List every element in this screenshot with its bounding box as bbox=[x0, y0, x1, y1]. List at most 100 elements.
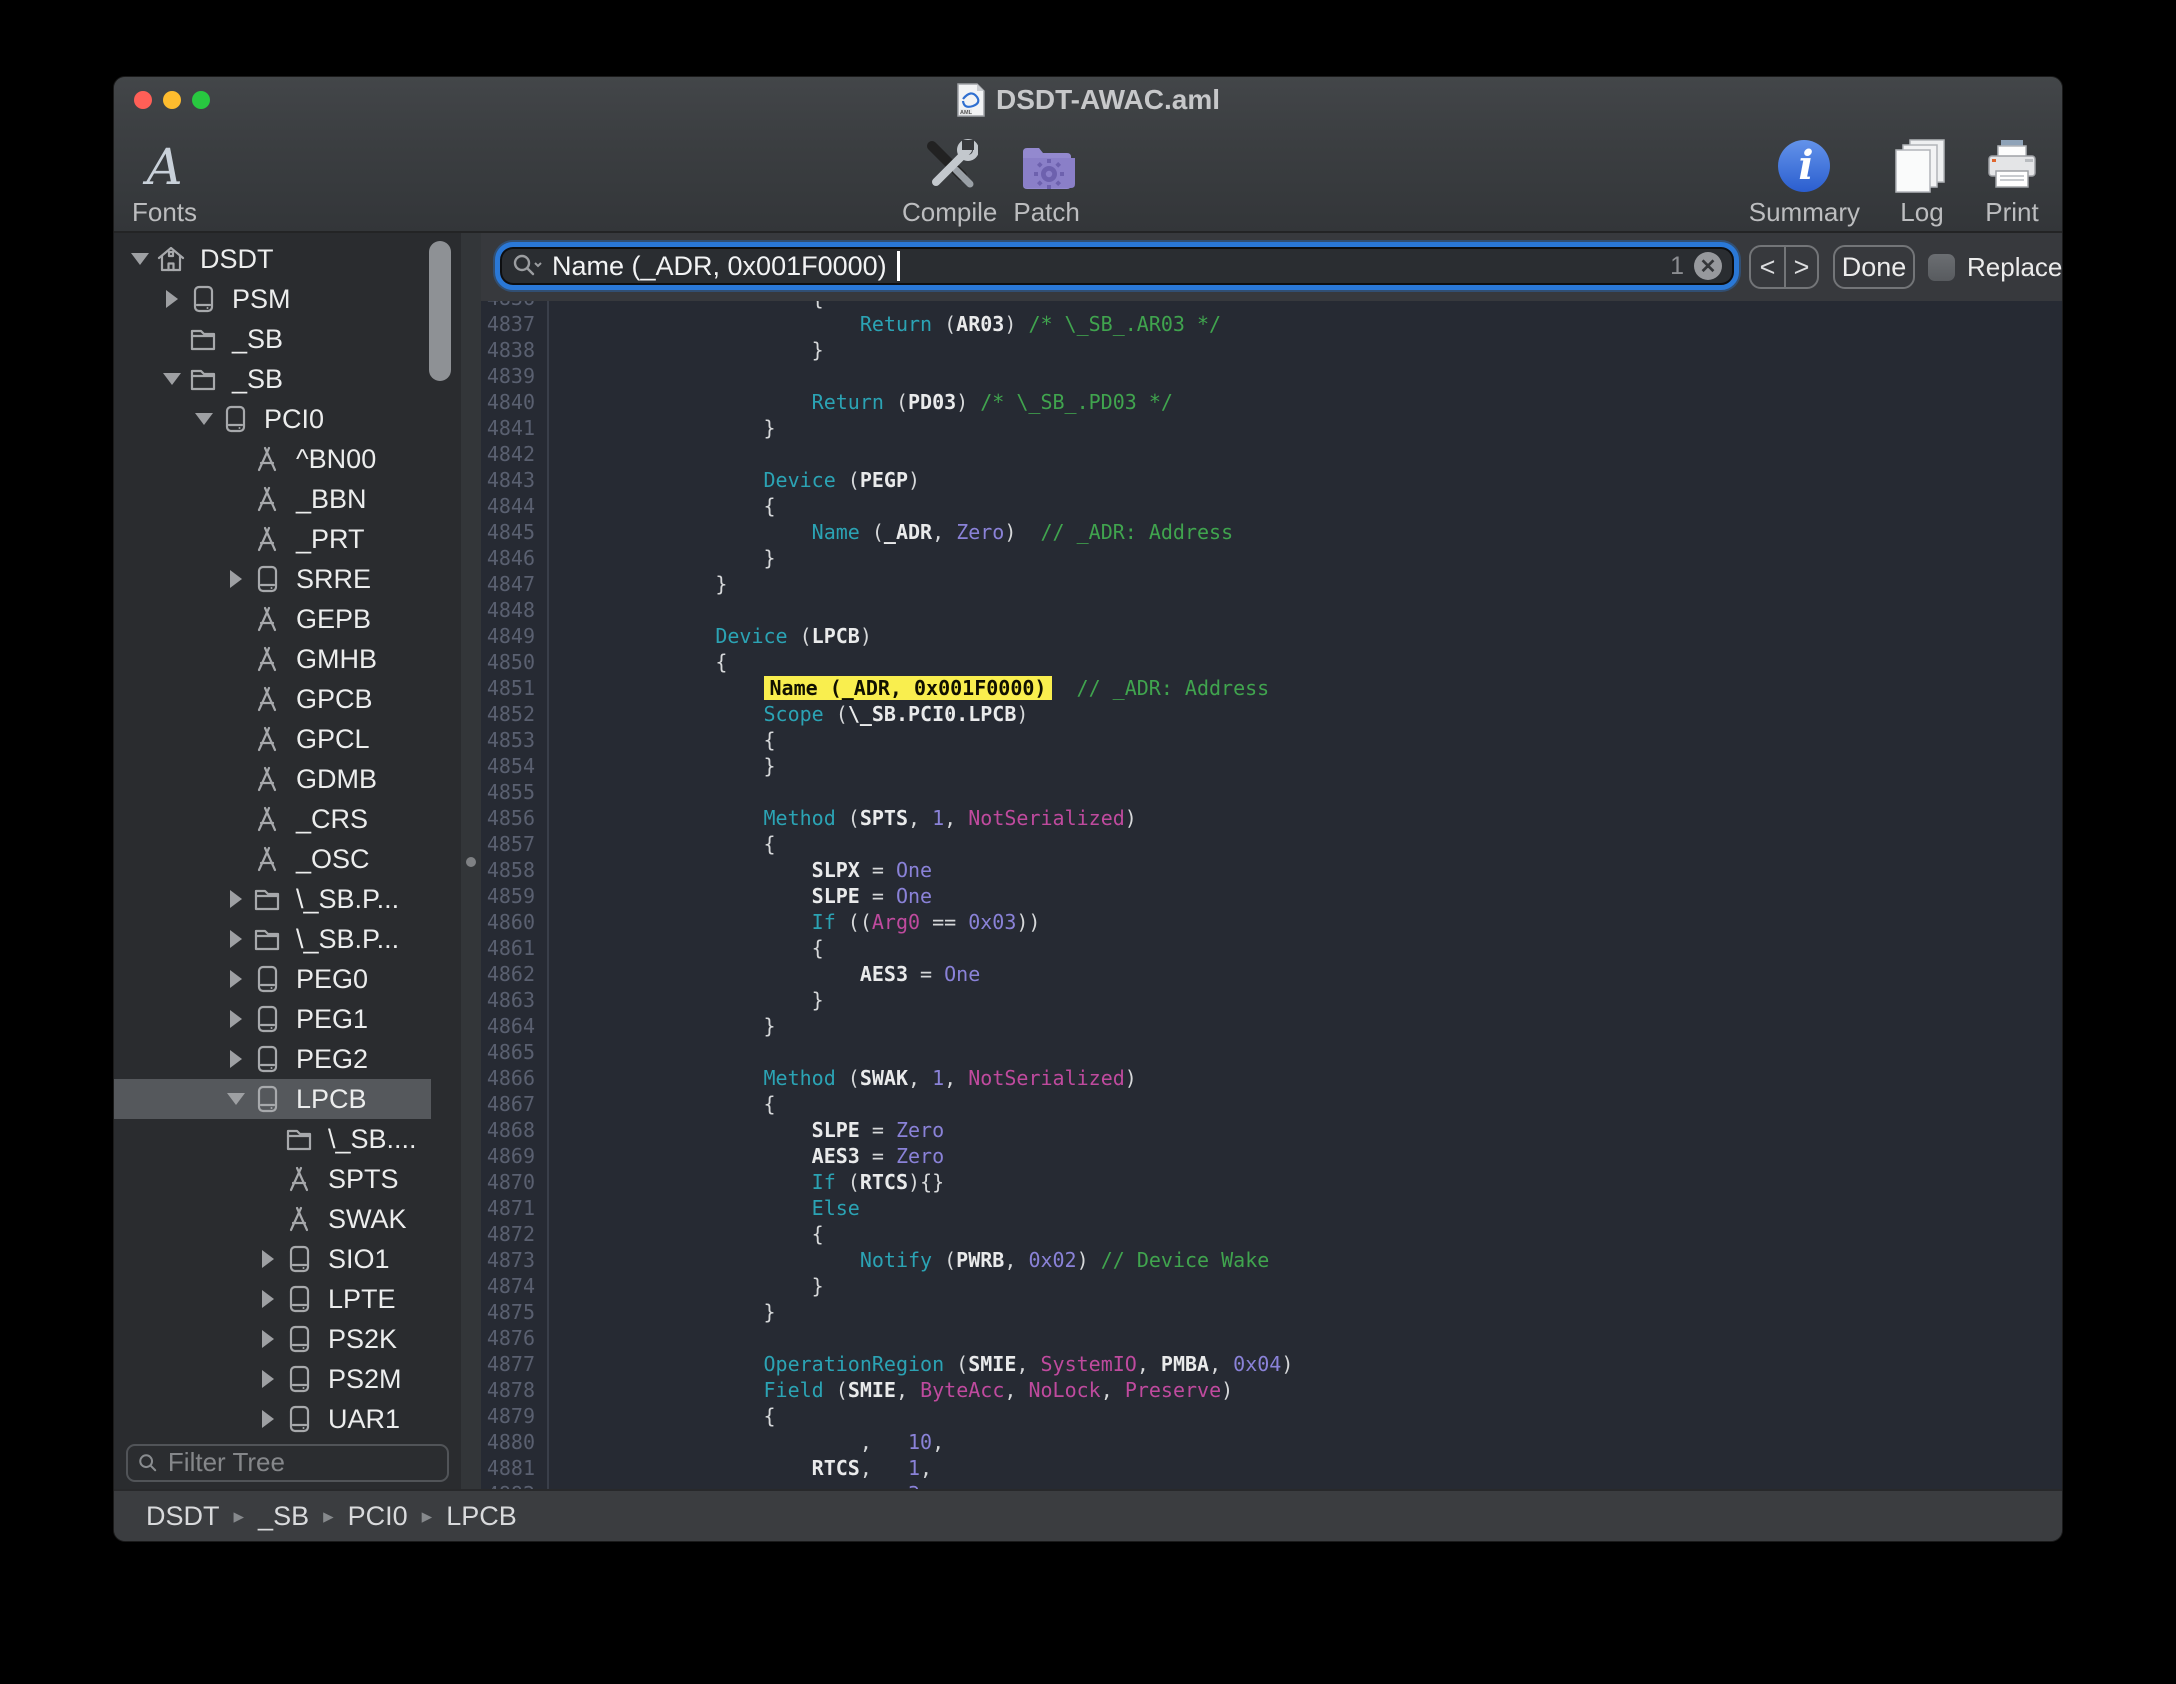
tree-item-swak[interactable]: SWAK bbox=[114, 1199, 431, 1239]
tree-item-humd[interactable]: HUMD bbox=[114, 1439, 431, 1442]
tree-item-uar1[interactable]: UAR1 bbox=[114, 1399, 431, 1439]
tree-item-lpte[interactable]: LPTE bbox=[114, 1279, 431, 1319]
breadcrumb-item-lpcb[interactable]: LPCB bbox=[446, 1501, 517, 1532]
device-icon bbox=[252, 564, 282, 594]
disclosure-right-icon[interactable] bbox=[256, 1370, 280, 1388]
disclosure-right-icon[interactable] bbox=[256, 1410, 280, 1428]
zoom-window-button[interactable] bbox=[192, 91, 210, 109]
tree-item-sbp[interactable]: \_SB.P... bbox=[114, 879, 431, 919]
device-icon bbox=[188, 284, 218, 314]
compile-button[interactable]: Compile bbox=[902, 138, 997, 231]
code-line-4875: 4875 } bbox=[481, 1299, 2062, 1325]
breadcrumb-item-dsdt[interactable]: DSDT bbox=[146, 1501, 220, 1532]
disclosure-down-icon[interactable] bbox=[192, 413, 216, 425]
tree-item-ps2m[interactable]: PS2M bbox=[114, 1359, 431, 1399]
tree-item-gpcl[interactable]: GPCL bbox=[114, 719, 431, 759]
disclosure-right-icon[interactable] bbox=[224, 570, 248, 588]
code-editor[interactable]: 4836 {4837 Return (AR03) /* \_SB_.AR03 *… bbox=[481, 301, 2062, 1489]
tree-item-spts[interactable]: SPTS bbox=[114, 1159, 431, 1199]
device-icon bbox=[252, 964, 282, 994]
folder-icon bbox=[252, 924, 282, 954]
tree-item-label: GEPB bbox=[296, 604, 371, 635]
disclosure-right-icon[interactable] bbox=[256, 1330, 280, 1348]
minimize-window-button[interactable] bbox=[163, 91, 181, 109]
breadcrumb-item-pci0[interactable]: PCI0 bbox=[348, 1501, 408, 1532]
device-icon bbox=[284, 1364, 314, 1394]
disclosure-right-icon[interactable] bbox=[224, 970, 248, 988]
filter-tree-field[interactable] bbox=[126, 1444, 449, 1482]
tree-item-bn00[interactable]: ^BN00 bbox=[114, 439, 431, 479]
clear-search-icon[interactable]: ✕ bbox=[1694, 252, 1722, 280]
breadcrumb-item-sb[interactable]: _SB bbox=[258, 1501, 309, 1532]
disclosure-right-icon[interactable] bbox=[224, 1050, 248, 1068]
disclosure-right-icon[interactable] bbox=[160, 290, 184, 308]
patch-button[interactable]: Patch bbox=[1013, 138, 1080, 231]
tree-item-sbp[interactable]: \_SB.P... bbox=[114, 919, 431, 959]
code-line-4870: 4870 If (RTCS){} bbox=[481, 1169, 2062, 1195]
tree-item-psm[interactable]: PSM bbox=[114, 279, 431, 319]
disclosure-right-icon[interactable] bbox=[224, 890, 248, 908]
tree-item-gmhb[interactable]: GMHB bbox=[114, 639, 431, 679]
code-line-4839: 4839 bbox=[481, 363, 2062, 389]
tree-item-gepb[interactable]: GEPB bbox=[114, 599, 431, 639]
tree-item-label: GMHB bbox=[296, 644, 377, 675]
window-title-text: DSDT-AWAC.aml bbox=[996, 84, 1220, 116]
previous-match-button[interactable]: < bbox=[1751, 247, 1784, 287]
line-number: 4859 bbox=[481, 883, 549, 909]
filter-tree-input[interactable] bbox=[166, 1446, 437, 1479]
search-query: Name (_ADR, 0x001F0000) bbox=[552, 251, 887, 282]
disclosure-right-icon[interactable] bbox=[224, 930, 248, 948]
disclosure-down-icon[interactable] bbox=[160, 373, 184, 385]
disclosure-right-icon[interactable] bbox=[256, 1250, 280, 1268]
device-icon bbox=[284, 1324, 314, 1354]
home-icon bbox=[156, 244, 186, 274]
line-number: 4850 bbox=[481, 649, 549, 675]
next-match-button[interactable]: > bbox=[1784, 247, 1817, 287]
tree-item-sb[interactable]: _SB bbox=[114, 359, 431, 399]
tree-item-peg1[interactable]: PEG1 bbox=[114, 999, 431, 1039]
search-field[interactable]: Name (_ADR, 0x001F0000) 1 ✕ bbox=[495, 242, 1739, 290]
close-window-button[interactable] bbox=[134, 91, 152, 109]
disclosure-down-icon[interactable] bbox=[224, 1093, 248, 1105]
tree-item-sio1[interactable]: SIO1 bbox=[114, 1239, 431, 1279]
log-button[interactable]: Log bbox=[1894, 138, 1950, 231]
line-number: 4852 bbox=[481, 701, 549, 727]
tree-item-peg0[interactable]: PEG0 bbox=[114, 959, 431, 999]
tree-item-gpcb[interactable]: GPCB bbox=[114, 679, 431, 719]
folder-icon bbox=[284, 1124, 314, 1154]
tree-item-ps2k[interactable]: PS2K bbox=[114, 1319, 431, 1359]
tree-item-sb[interactable]: _SB bbox=[114, 319, 431, 359]
tree-item-label: SPTS bbox=[328, 1164, 399, 1195]
print-button[interactable]: Print bbox=[1984, 138, 2040, 231]
code-line-4878: 4878 Field (SMIE, ByteAcc, NoLock, Prese… bbox=[481, 1377, 2062, 1403]
tree-item-peg2[interactable]: PEG2 bbox=[114, 1039, 431, 1079]
line-number: 4846 bbox=[481, 545, 549, 571]
tree-item-lpcb[interactable]: LPCB bbox=[114, 1079, 431, 1119]
tree-item-srre[interactable]: SRRE bbox=[114, 559, 431, 599]
compile-label: Compile bbox=[902, 199, 997, 225]
tree-item-crs[interactable]: _CRS bbox=[114, 799, 431, 839]
tree-item-prt[interactable]: _PRT bbox=[114, 519, 431, 559]
disclosure-right-icon[interactable] bbox=[256, 1290, 280, 1308]
tree-item-osc[interactable]: _OSC bbox=[114, 839, 431, 879]
replace-checkbox[interactable] bbox=[1928, 254, 1955, 281]
done-button[interactable]: Done bbox=[1833, 245, 1915, 289]
line-number: 4851 bbox=[481, 675, 549, 701]
disclosure-right-icon[interactable] bbox=[224, 1010, 248, 1028]
code-line-4849: 4849 Device (LPCB) bbox=[481, 623, 2062, 649]
line-number: 4873 bbox=[481, 1247, 549, 1273]
patch-label: Patch bbox=[1013, 199, 1080, 225]
line-number: 4848 bbox=[481, 597, 549, 623]
tree-item-bbn[interactable]: _BBN bbox=[114, 479, 431, 519]
sidebar-scrollbar[interactable] bbox=[429, 241, 451, 381]
fonts-button[interactable]: A Fonts bbox=[132, 140, 197, 231]
tree-item-label: LPCB bbox=[296, 1084, 367, 1115]
tree-item-pci0[interactable]: PCI0 bbox=[114, 399, 431, 439]
tree-item-gdmb[interactable]: GDMB bbox=[114, 759, 431, 799]
pane-splitter[interactable] bbox=[461, 233, 481, 1489]
tree-item-sb[interactable]: \_SB.... bbox=[114, 1119, 431, 1159]
disclosure-down-icon[interactable] bbox=[128, 253, 152, 265]
acpi-tree[interactable]: DSDTPSM_SB_SBPCI0^BN00_BBN_PRTSRREGEPBGM… bbox=[114, 233, 461, 1442]
tree-item-dsdt[interactable]: DSDT bbox=[114, 239, 431, 279]
summary-button[interactable]: i Summary bbox=[1749, 138, 1860, 231]
